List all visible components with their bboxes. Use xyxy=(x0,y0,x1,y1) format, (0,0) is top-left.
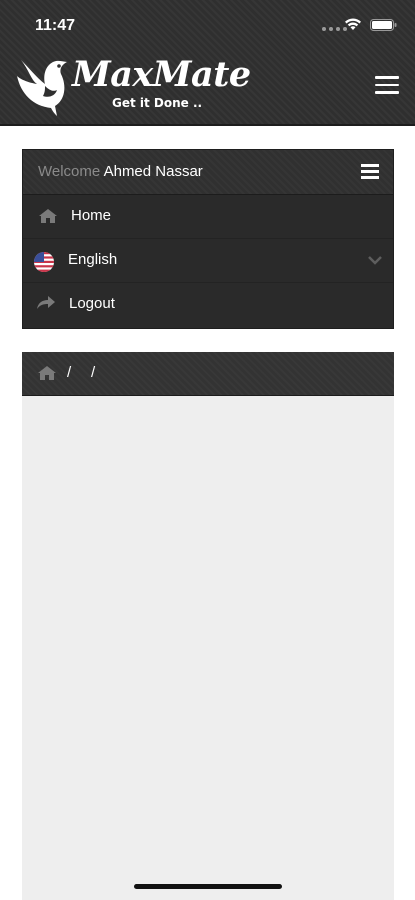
user-name: Ahmed Nassar xyxy=(103,163,203,180)
menu-item-logout[interactable]: Logout xyxy=(23,283,393,327)
battery-icon xyxy=(370,19,397,31)
us-flag-icon xyxy=(34,252,54,272)
welcome-text: Welcome Ahmed Nassar xyxy=(38,163,203,180)
app-header: 11:47 MaxMate Get it Done .. xyxy=(0,0,415,126)
breadcrumb-separator: / xyxy=(67,364,72,381)
content-area: / / xyxy=(22,352,394,900)
chevron-down-icon[interactable] xyxy=(368,255,382,265)
share-arrow-icon xyxy=(37,296,55,309)
bird-logo-icon xyxy=(17,60,67,116)
menu-header: Welcome Ahmed Nassar xyxy=(23,150,393,195)
menu-toggle-button[interactable] xyxy=(361,164,379,179)
breadcrumb-separator: / xyxy=(91,364,96,381)
brand-tagline: Get it Done .. xyxy=(112,96,203,110)
welcome-label: Welcome xyxy=(38,163,101,180)
menu-item-label: English xyxy=(68,251,118,268)
home-icon xyxy=(39,209,57,223)
home-icon[interactable] xyxy=(38,366,56,380)
main-menu-button[interactable] xyxy=(375,76,399,94)
menu-item-label: Home xyxy=(71,207,112,224)
wifi-icon xyxy=(345,18,361,30)
home-indicator xyxy=(134,884,282,889)
menu-item-home[interactable]: Home xyxy=(23,195,393,239)
menu-item-label: Logout xyxy=(69,295,115,312)
user-menu-panel: Welcome Ahmed Nassar Home English Logout xyxy=(22,149,394,329)
menu-item-language[interactable]: English xyxy=(23,239,393,283)
brand-logo-text: MaxMate xyxy=(72,54,251,95)
breadcrumb: / / xyxy=(22,352,394,396)
status-time: 11:47 xyxy=(35,17,76,34)
